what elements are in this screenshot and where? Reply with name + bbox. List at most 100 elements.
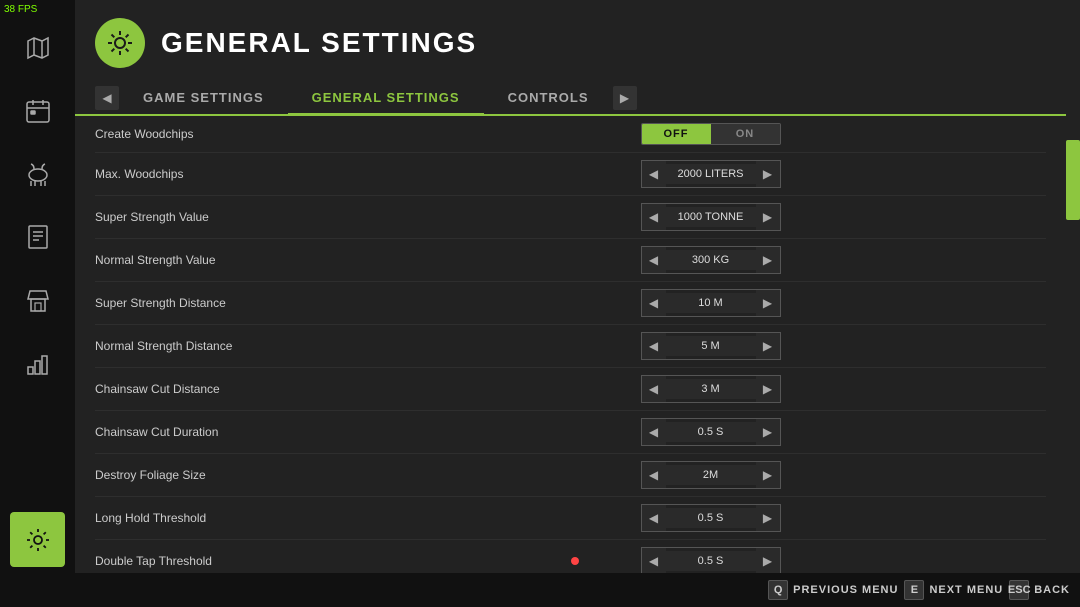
sidebar-item-notes[interactable] (10, 209, 65, 264)
setting-row-long-hold-threshold: Long Hold Threshold ◀ 0.5 S ▶ (95, 497, 1046, 540)
header: GENERAL SETTINGS (75, 0, 1066, 82)
stepper-value-super-strength-distance: 10 M (666, 293, 756, 313)
stepper-next-normal-strength-value[interactable]: ▶ (756, 247, 780, 273)
stepper-value-long-hold-threshold: 0.5 S (666, 508, 756, 528)
tab-next-arrow[interactable]: ▶ (613, 86, 637, 110)
prev-menu-label: PREVIOUS MENU (793, 584, 898, 596)
stepper-value-chainsaw-cut-duration: 0.5 S (666, 422, 756, 442)
setting-row-chainsaw-cut-distance: Chainsaw Cut Distance ◀ 3 M ▶ (95, 368, 1046, 411)
stepper-next-destroy-foliage-size[interactable]: ▶ (756, 462, 780, 488)
stepper-prev-super-strength-value[interactable]: ◀ (642, 204, 666, 230)
stepper-next-super-strength-distance[interactable]: ▶ (756, 290, 780, 316)
setting-label-long-hold-threshold: Long Hold Threshold (95, 511, 375, 525)
tab-prev-arrow[interactable]: ◀ (95, 86, 119, 110)
sidebar-item-animals[interactable] (10, 146, 65, 201)
setting-row-chainsaw-cut-duration: Chainsaw Cut Duration ◀ 0.5 S ▶ (95, 411, 1046, 454)
stepper-prev-normal-strength-value[interactable]: ◀ (642, 247, 666, 273)
bottom-bar: Q PREVIOUS MENU E NEXT MENU ESC BACK (0, 573, 1080, 607)
setting-control-super-strength-distance: ◀ 10 M ▶ (375, 289, 1046, 317)
setting-control-create-woodchips: OFF ON (375, 123, 1046, 145)
next-menu-label: NEXT MENU (929, 584, 1003, 596)
stepper-next-chainsaw-cut-duration[interactable]: ▶ (756, 419, 780, 445)
setting-row-super-strength-distance: Super Strength Distance ◀ 10 M ▶ (95, 282, 1046, 325)
setting-row-normal-strength-value: Normal Strength Value ◀ 300 KG ▶ (95, 239, 1046, 282)
stepper-chainsaw-cut-duration: ◀ 0.5 S ▶ (641, 418, 781, 446)
setting-label-max-woodchips: Max. Woodchips (95, 167, 375, 181)
setting-label-normal-strength-value: Normal Strength Value (95, 253, 375, 267)
stepper-normal-strength-distance: ◀ 5 M ▶ (641, 332, 781, 360)
stepper-prev-destroy-foliage-size[interactable]: ◀ (642, 462, 666, 488)
setting-control-destroy-foliage-size: ◀ 2M ▶ (375, 461, 1046, 489)
setting-label-chainsaw-cut-duration: Chainsaw Cut Duration (95, 425, 375, 439)
scrollbar[interactable] (1066, 0, 1080, 607)
setting-label-chainsaw-cut-distance: Chainsaw Cut Distance (95, 382, 375, 396)
setting-row-destroy-foliage-size: Destroy Foliage Size ◀ 2M ▶ (95, 454, 1046, 497)
setting-control-super-strength-value: ◀ 1000 TONNE ▶ (375, 203, 1046, 231)
header-icon (95, 18, 145, 68)
stepper-next-double-tap-threshold[interactable]: ▶ (756, 548, 780, 574)
setting-control-chainsaw-cut-duration: ◀ 0.5 S ▶ (375, 418, 1046, 446)
setting-row-normal-strength-distance: Normal Strength Distance ◀ 5 M ▶ (95, 325, 1046, 368)
setting-control-double-tap-threshold: ◀ 0.5 S ▶ (375, 547, 1046, 575)
setting-control-normal-strength-value: ◀ 300 KG ▶ (375, 246, 1046, 274)
setting-row-create-woodchips: Create Woodchips OFF ON (95, 116, 1046, 153)
stepper-prev-normal-strength-distance[interactable]: ◀ (642, 333, 666, 359)
setting-control-normal-strength-distance: ◀ 5 M ▶ (375, 332, 1046, 360)
stepper-prev-chainsaw-cut-distance[interactable]: ◀ (642, 376, 666, 402)
setting-control-long-hold-threshold: ◀ 0.5 S ▶ (375, 504, 1046, 532)
stepper-next-long-hold-threshold[interactable]: ▶ (756, 505, 780, 531)
page-title: GENERAL SETTINGS (161, 27, 477, 59)
stepper-normal-strength-value: ◀ 300 KG ▶ (641, 246, 781, 274)
setting-label-destroy-foliage-size: Destroy Foliage Size (95, 468, 375, 482)
back-button[interactable]: ESC BACK (1009, 580, 1070, 600)
stepper-value-destroy-foliage-size: 2M (666, 465, 756, 485)
prev-menu-key: Q (768, 580, 788, 600)
stepper-destroy-foliage-size: ◀ 2M ▶ (641, 461, 781, 489)
stepper-super-strength-distance: ◀ 10 M ▶ (641, 289, 781, 317)
toggle-off-create-woodchips[interactable]: OFF (642, 124, 711, 144)
settings-scroll-area[interactable]: Create Woodchips OFF ON Max. Woodchips ◀… (75, 116, 1066, 607)
stepper-value-chainsaw-cut-distance: 3 M (666, 379, 756, 399)
stepper-long-hold-threshold: ◀ 0.5 S ▶ (641, 504, 781, 532)
stepper-prev-super-strength-distance[interactable]: ◀ (642, 290, 666, 316)
main-content: GENERAL SETTINGS ◀ GAME SETTINGS GENERAL… (75, 0, 1066, 607)
sidebar-item-chart[interactable] (10, 335, 65, 390)
stepper-next-max-woodchips[interactable]: ▶ (756, 161, 780, 187)
tab-general-settings[interactable]: GENERAL SETTINGS (288, 82, 484, 116)
scrollbar-thumb[interactable] (1066, 140, 1080, 220)
back-label: BACK (1034, 584, 1070, 596)
stepper-super-strength-value: ◀ 1000 TONNE ▶ (641, 203, 781, 231)
stepper-next-chainsaw-cut-distance[interactable]: ▶ (756, 376, 780, 402)
prev-menu-button[interactable]: Q PREVIOUS MENU (768, 580, 898, 600)
sidebar-item-store[interactable] (10, 272, 65, 327)
sidebar-item-map[interactable] (10, 20, 65, 75)
stepper-double-tap-threshold: ◀ 0.5 S ▶ (641, 547, 781, 575)
next-menu-key: E (904, 580, 924, 600)
sidebar-item-settings[interactable] (10, 512, 65, 567)
toggle-on-create-woodchips[interactable]: ON (711, 124, 780, 144)
stepper-value-double-tap-threshold: 0.5 S (666, 551, 756, 571)
setting-label-normal-strength-distance: Normal Strength Distance (95, 339, 375, 353)
stepper-prev-max-woodchips[interactable]: ◀ (642, 161, 666, 187)
next-menu-button[interactable]: E NEXT MENU (904, 580, 1003, 600)
stepper-next-super-strength-value[interactable]: ▶ (756, 204, 780, 230)
stepper-prev-chainsaw-cut-duration[interactable]: ◀ (642, 419, 666, 445)
tab-game-settings[interactable]: GAME SETTINGS (119, 82, 288, 116)
tab-controls[interactable]: CONTROLS (484, 82, 613, 116)
stepper-next-normal-strength-distance[interactable]: ▶ (756, 333, 780, 359)
toggle-create-woodchips: OFF ON (641, 123, 781, 145)
sidebar (0, 0, 75, 607)
setting-label-super-strength-distance: Super Strength Distance (95, 296, 375, 310)
stepper-prev-long-hold-threshold[interactable]: ◀ (642, 505, 666, 531)
setting-label-double-tap-threshold: Double Tap Threshold (95, 554, 375, 568)
stepper-value-normal-strength-value: 300 KG (666, 250, 756, 270)
stepper-prev-double-tap-threshold[interactable]: ◀ (642, 548, 666, 574)
setting-row-super-strength-value: Super Strength Value ◀ 1000 TONNE ▶ (95, 196, 1046, 239)
sidebar-item-calendar[interactable] (10, 83, 65, 138)
stepper-value-super-strength-value: 1000 TONNE (666, 207, 756, 227)
setting-control-max-woodchips: ◀ 2000 LITERS ▶ (375, 160, 1046, 188)
stepper-max-woodchips: ◀ 2000 LITERS ▶ (641, 160, 781, 188)
setting-label-super-strength-value: Super Strength Value (95, 210, 375, 224)
setting-label-create-woodchips: Create Woodchips (95, 127, 375, 141)
stepper-value-normal-strength-distance: 5 M (666, 336, 756, 356)
